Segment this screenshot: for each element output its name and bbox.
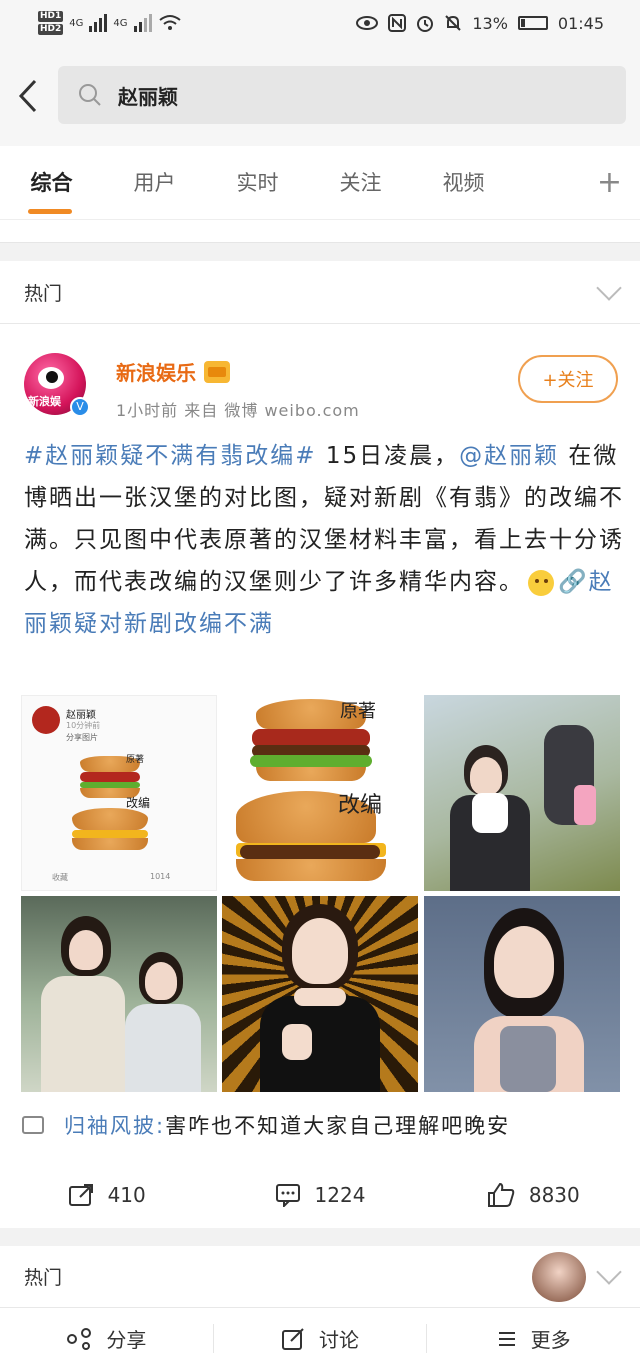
follow-button[interactable]: +关注 [518, 355, 618, 403]
status-bar: HD1 HD2 4G 4G 13% 01:45 [0, 0, 640, 46]
signal-icon-2 [133, 14, 152, 32]
tab-comprehensive[interactable]: 综合 [0, 146, 103, 220]
eye-icon [356, 16, 379, 30]
image-screenshot[interactable]: 赵丽颖 10分钟前 分享图片 原著 改编 收藏 1014 [21, 695, 217, 891]
mute-icon [445, 15, 462, 31]
section-title: 热门 [24, 283, 63, 305]
back-arrow-icon [18, 79, 37, 113]
mention-link[interactable]: @赵丽颖 [459, 443, 559, 469]
divider [0, 221, 640, 261]
post-meta: 1小时前 来自 微博 weibo.com [116, 401, 360, 420]
small-share: 分享图片 [66, 733, 98, 742]
add-tab-icon[interactable]: + [597, 146, 622, 220]
small-sub: 10分钟前 [66, 721, 101, 730]
tab-following[interactable]: 关注 [309, 146, 412, 220]
battery-icon [517, 16, 548, 30]
comment-button[interactable]: 1224 [213, 1183, 426, 1207]
image-burger-compare[interactable]: 原著 改编 [222, 695, 418, 891]
discuss-label: 讨论 [319, 1328, 359, 1352]
post-text: #赵丽颖疑不满有翡改编# 15日凌晨，@赵丽颖 在微博晒出一张汉堡的对比图，疑对… [24, 435, 624, 645]
back-button[interactable] [0, 66, 56, 126]
author-name: 新浪娱乐 [116, 361, 196, 385]
hd-icon: HD1 HD2 [38, 11, 64, 35]
search-header: 赵丽颖 [0, 46, 640, 146]
post-actions: 410 1224 8830 [0, 1165, 640, 1225]
share-button[interactable]: 分享 [0, 1324, 214, 1353]
small-fav: 收藏 [52, 873, 68, 882]
comment-bubble-icon [275, 1184, 300, 1207]
repost-icon [68, 1184, 93, 1206]
verified-icon: V [70, 397, 90, 417]
tab-bar: 综合 用户 实时 关注 视频 + [0, 146, 640, 220]
edit-icon [282, 1327, 304, 1350]
alarm-icon [417, 16, 434, 32]
label-adapted: 改编 [338, 793, 383, 818]
share-label: 分享 [106, 1328, 147, 1352]
more-button[interactable]: 更多 [427, 1324, 640, 1353]
avatar-text: 新浪娱 [28, 395, 61, 408]
thinking-emoji-icon [528, 569, 554, 596]
image-grid: 赵丽颖 10分钟前 分享图片 原著 改编 收藏 1014 原著 改编 [21, 695, 621, 1095]
post-author[interactable]: 新浪娱乐 [116, 357, 230, 386]
image-photo-2[interactable] [21, 896, 217, 1092]
thumbs-up-icon [487, 1182, 515, 1207]
comment-author[interactable]: 归袖风披: [64, 1110, 165, 1140]
search-query: 赵丽颖 [118, 84, 178, 109]
signal-icon [89, 14, 108, 32]
section-header[interactable]: 热门 [0, 262, 640, 324]
nfc-icon [388, 14, 407, 32]
small-author: 赵丽颖 [66, 710, 96, 721]
status-right: 13% 01:45 [356, 14, 604, 33]
comment-count: 1224 [314, 1183, 366, 1207]
battery-percent: 13% [472, 13, 508, 33]
network-type-1: 4G [69, 17, 84, 29]
repost-count: 410 [107, 1183, 146, 1207]
tab-video[interactable]: 视频 [412, 146, 515, 220]
comment-text: 害咋也不知道大家自己理解吧晚安 [165, 1114, 511, 1138]
status-left: HD1 HD2 4G 4G [38, 10, 182, 36]
sticker-avatar [532, 1251, 586, 1302]
section-header-2[interactable]: 热门 [0, 1246, 640, 1308]
label-original: 原著 [340, 701, 376, 722]
bottom-toolbar: 分享 讨论 更多 [0, 1310, 640, 1354]
tab-users[interactable]: 用户 [103, 146, 206, 220]
post-text-part: 15日凌晨， [316, 443, 460, 469]
hashtag-link[interactable]: #赵丽颖疑不满有翡改编# [24, 443, 317, 469]
more-label: 更多 [530, 1328, 571, 1352]
discuss-button[interactable]: 讨论 [214, 1324, 428, 1353]
small-label-original: 原著 [126, 755, 145, 765]
divider-2 [0, 1228, 640, 1246]
weibo-post: 新浪娱 V 新浪娱乐 1小时前 来自 微博 weibo.com +关注 #赵丽颖… [0, 325, 640, 1228]
network-type-2: 4G [113, 17, 128, 29]
image-photo-3[interactable] [222, 896, 418, 1092]
image-photo-4[interactable] [424, 896, 620, 1092]
like-button[interactable]: 8830 [427, 1182, 640, 1208]
crown-icon [204, 360, 230, 383]
comment-icon [22, 1116, 44, 1134]
repost-button[interactable]: 410 [0, 1183, 213, 1207]
menu-icon [498, 1331, 515, 1346]
wifi-icon [158, 15, 181, 30]
tab-realtime[interactable]: 实时 [206, 146, 309, 220]
hot-comment[interactable]: 归袖风披: 害咋也不知道大家自己理解吧晚安 [22, 1110, 622, 1140]
clock: 01:45 [557, 13, 604, 33]
like-count: 8830 [528, 1183, 580, 1207]
chevron-down-icon[interactable] [596, 274, 622, 301]
small-repost: 1014 [150, 872, 171, 881]
search-icon [79, 84, 101, 106]
section-title-2: 热门 [24, 1267, 63, 1289]
search-input[interactable]: 赵丽颖 [58, 66, 626, 124]
chevron-down-icon-2[interactable] [596, 1258, 622, 1285]
image-photo-1[interactable] [424, 695, 620, 891]
share-icon [67, 1327, 92, 1350]
